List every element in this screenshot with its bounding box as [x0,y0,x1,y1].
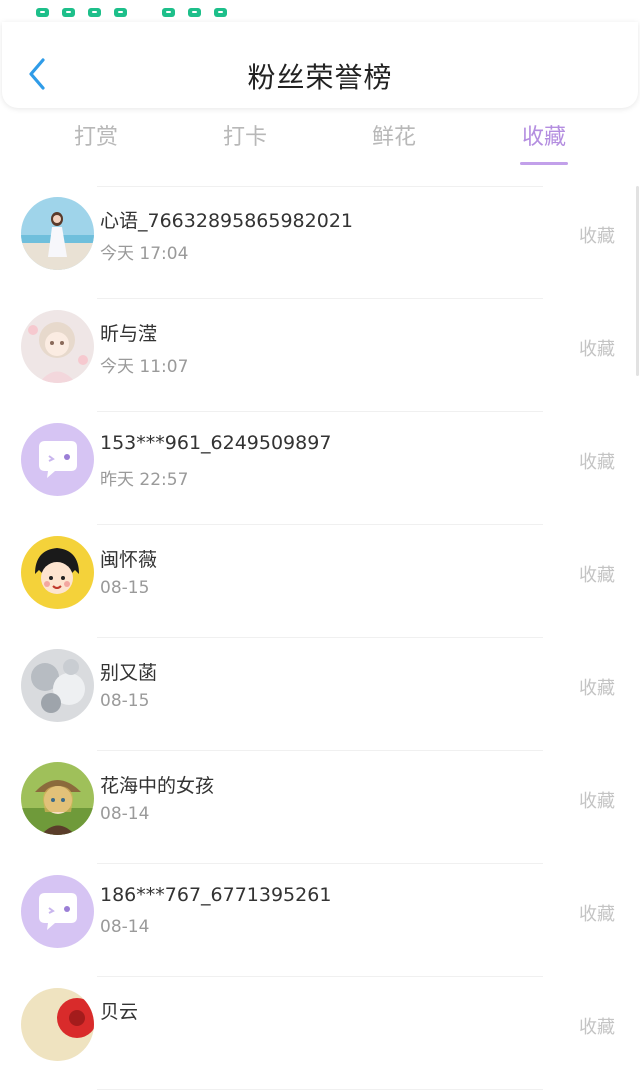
avatar [21,875,94,948]
wechat-notification-icon [36,8,49,17]
list-item[interactable]: 153***961_6249509897 昨天 22:57 收藏 [0,412,640,525]
list-item[interactable]: 贝云 收藏 [0,977,640,1090]
timestamp: 今天 17:04 [100,244,189,264]
tab-favorites[interactable]: 收藏 [494,118,594,165]
avatar [21,762,94,835]
action-label: 收藏 [579,678,615,699]
timestamp: 08-14 [100,804,150,824]
user-name: 闽怀薇 [100,549,158,571]
user-name: 昕与滢 [100,323,158,345]
avatar [21,310,94,383]
user-name: 心语_76632895865982021 [100,210,354,232]
user-name: 186***767_6771395261 [100,884,332,906]
fan-list: 心语_76632895865982021 今天 17:04 收藏 昕与滢 今天 … [0,186,640,1090]
list-item[interactable]: 心语_76632895865982021 今天 17:04 收藏 [0,186,640,299]
user-name: 贝云 [100,1001,139,1023]
timestamp: 08-14 [100,917,150,937]
flowers-avatar-icon [21,649,94,722]
action-label: 收藏 [579,339,615,360]
header-bar: 粉丝荣誉榜 [2,22,638,108]
action-label: 收藏 [579,226,615,247]
tab-reward[interactable]: 打赏 [46,118,146,158]
timestamp: 昨天 22:57 [100,470,189,490]
list-item[interactable]: 闽怀薇 08-15 收藏 [0,525,640,638]
user-name: 别又菡 [100,662,158,684]
scrollbar[interactable] [636,186,639,376]
wechat-notification-icon [188,8,201,17]
list-item[interactable]: 别又菡 08-15 收藏 [0,638,640,751]
action-label: 收藏 [579,565,615,586]
tab-bar: 打赏 打卡 鲜花 收藏 [0,118,640,168]
wechat-notification-icon [114,8,127,17]
timestamp: 08-15 [100,691,150,711]
avatar [21,536,94,609]
wechat-notification-icon [62,8,75,17]
tab-checkin[interactable]: 打卡 [195,118,295,158]
active-tab-indicator [520,162,568,165]
anime-avatar-icon [21,310,94,383]
photo-avatar-icon [21,197,94,270]
avatar [21,649,94,722]
wechat-notification-icon [162,8,175,17]
list-item[interactable]: 花海中的女孩 08-14 收藏 [0,751,640,864]
tab-flowers[interactable]: 鲜花 [344,118,444,158]
avatar [21,197,94,270]
cartoon-avatar-icon [21,536,94,609]
timestamp: 08-15 [100,578,150,598]
action-label: 收藏 [579,791,615,812]
timestamp: 今天 11:07 [100,357,189,377]
action-label: 收藏 [579,1017,615,1038]
chat-bubble-icon [21,875,94,948]
flower-avatar-icon [21,988,94,1061]
anime-avatar-icon [21,762,94,835]
notification-icons-right [162,8,227,17]
user-name: 153***961_6249509897 [100,432,332,454]
page-title: 粉丝荣誉榜 [247,61,393,94]
wechat-notification-icon [214,8,227,17]
tab-favorites-label: 收藏 [521,125,566,150]
notification-icons-left [36,8,127,17]
chat-bubble-icon [21,423,94,496]
action-label: 收藏 [579,904,615,925]
list-item[interactable]: 昕与滢 今天 11:07 收藏 [0,299,640,412]
list-item[interactable]: 186***767_6771395261 08-14 收藏 [0,864,640,977]
wechat-notification-icon [88,8,101,17]
action-label: 收藏 [579,452,615,473]
user-name: 花海中的女孩 [100,775,215,797]
avatar [21,988,94,1061]
avatar [21,423,94,496]
